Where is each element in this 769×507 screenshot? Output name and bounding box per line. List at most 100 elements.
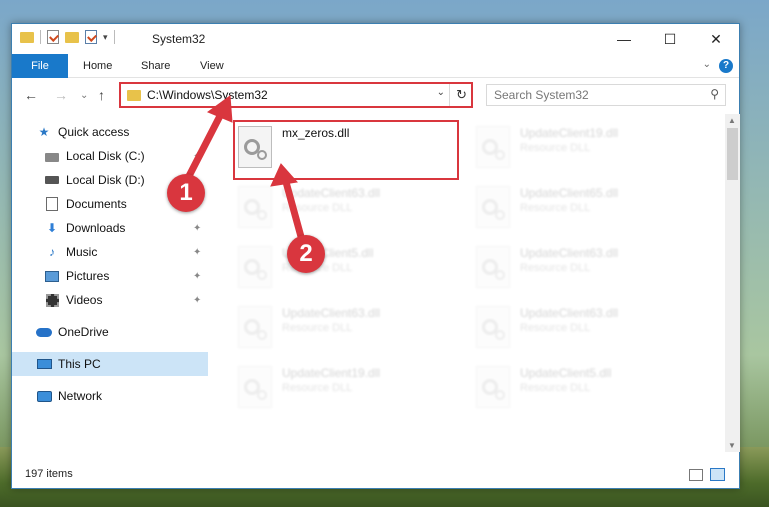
file-name: UpdateClient63.dll [520,306,619,320]
new-folder-icon[interactable] [65,31,79,43]
sidebar-item-this-pc[interactable]: This PC [12,352,208,376]
address-bar[interactable]: C:\Windows\System32 ⌄ ↻ [119,82,473,108]
sidebar-item-label: Downloads [66,221,126,235]
picture-icon [44,268,60,284]
dll-file-icon [476,126,510,168]
sidebar-item-label: OneDrive [58,325,109,339]
navigation-pane: ★ Quick access Local Disk (C:) ✦ Local D… [12,114,208,454]
pin-icon[interactable]: ✦ [193,223,201,234]
up-button[interactable]: ↑ [98,87,105,103]
file-name: UpdateClient65.dll [520,186,619,200]
window-controls: — ☐ ✕ [601,24,739,54]
forward-button[interactable]: → [54,87,68,103]
navigation-bar: ← → ⌄ ↑ C:\Windows\System32 ⌄ ↻ Search S… [12,78,739,112]
scrollbar-thumb[interactable] [727,128,738,180]
folder-icon [20,31,34,43]
pin-icon[interactable]: ✦ [193,247,201,258]
tab-share[interactable]: Share [141,54,170,78]
address-dropdown-icon[interactable]: ⌄ [437,87,445,98]
sidebar-item-network[interactable]: Network [12,384,208,408]
address-path[interactable]: C:\Windows\System32 [147,88,268,102]
sidebar-item-videos[interactable]: Videos ✦ [12,288,208,312]
sidebar-item-downloads[interactable]: ⬇ Downloads ✦ [12,216,208,240]
disk-icon [44,148,60,164]
back-button[interactable]: ← [24,87,38,103]
dll-file-icon [238,246,272,288]
sidebar-item-label: Network [58,389,103,403]
customize-icon[interactable] [85,30,97,44]
sidebar-item-music[interactable]: ♪ Music ✦ [12,240,208,264]
file-name: UpdateClient63.dll [520,246,619,260]
sidebar-item-pictures[interactable]: Pictures ✦ [12,264,208,288]
help-icon[interactable]: ? [719,59,733,73]
file-name: UpdateClient63.dll [282,186,381,200]
item-count: 197 items [25,468,73,480]
cloud-icon [36,324,52,340]
file-item[interactable]: UpdateClient63.dll Resource DLL [234,298,464,356]
title-bar: ▾ System32 — ☐ ✕ [12,24,739,54]
file-type: Resource DLL [282,322,353,334]
sidebar-item-label: Videos [66,293,103,307]
file-item[interactable]: UpdateClient63.dll Resource DLL [234,178,464,236]
dll-file-icon [238,186,272,228]
refresh-icon[interactable]: ↻ [456,87,467,103]
tab-view[interactable]: View [200,54,224,78]
dll-file-icon [476,366,510,408]
search-placeholder: Search System32 [494,88,589,102]
details-view-icon[interactable] [689,469,703,481]
pin-icon[interactable]: ✦ [193,295,201,306]
properties-icon[interactable] [47,30,59,44]
tab-home[interactable]: Home [83,54,112,78]
file-type: Resource DLL [520,322,591,334]
pin-icon[interactable]: ✦ [193,151,201,162]
file-type: Resource DLL [520,262,591,274]
vertical-scrollbar[interactable]: ▲ ▼ [725,114,740,452]
sidebar-item-local-disk-c[interactable]: Local Disk (C:) ✦ [12,144,208,168]
document-icon [44,196,60,212]
dll-file-icon [476,246,510,288]
file-item[interactable]: UpdateClient19.dll Resource DLL [234,358,464,416]
dll-file-icon [476,186,510,228]
file-highlight-box [233,120,459,180]
sidebar-item-quick-access[interactable]: ★ Quick access [12,120,208,144]
sidebar-item-onedrive[interactable]: OneDrive [12,320,208,344]
close-button[interactable]: ✕ [693,24,739,54]
scroll-down-icon[interactable]: ▼ [728,441,736,450]
sidebar-item-label: Music [66,245,98,259]
dll-file-icon [238,306,272,348]
computer-icon [36,356,52,372]
file-item[interactable]: UpdateClient5.dll Resource DLL [234,238,464,296]
scroll-up-icon[interactable]: ▲ [728,116,736,125]
network-icon [36,388,52,404]
file-item[interactable]: UpdateClient5.dll Resource DLL [472,358,702,416]
video-icon [44,292,60,308]
sidebar-item-label: Quick access [58,125,130,139]
address-divider [449,84,450,106]
pin-icon[interactable]: ✦ [193,271,201,282]
download-icon: ⬇ [46,221,58,235]
minimize-button[interactable]: — [601,24,647,54]
large-icons-view-icon[interactable] [710,468,725,481]
file-item[interactable]: UpdateClient19.dll Resource DLL [472,118,702,176]
sidebar-item-label: Pictures [66,269,110,283]
file-item[interactable]: UpdateClient63.dll Resource DLL [472,298,702,356]
step-1-badge: 1 [167,174,205,212]
file-item[interactable]: UpdateClient65.dll Resource DLL [472,178,702,236]
tab-file[interactable]: File [12,54,68,78]
search-icon[interactable]: ⚲ [710,87,719,101]
file-item[interactable]: UpdateClient63.dll Resource DLL [472,238,702,296]
file-type: Resource DLL [282,382,353,394]
file-explorer-window: ▾ System32 — ☐ ✕ File Home Share View ⌄ … [11,23,740,489]
recent-locations-icon[interactable]: ⌄ [80,90,88,101]
window-title: System32 [152,32,206,46]
file-type: Resource DLL [520,382,591,394]
disk-icon [44,172,60,188]
maximize-button[interactable]: ☐ [647,24,693,54]
expand-ribbon-icon[interactable]: ⌄ [703,59,711,70]
toolbar-divider [113,30,115,44]
star-icon: ★ [38,125,50,139]
file-type: Resource DLL [520,142,591,154]
sidebar-item-label: Local Disk (C:) [66,149,145,163]
toolbar-dropdown-icon[interactable]: ▾ [103,32,108,43]
search-input[interactable]: Search System32 ⚲ [486,84,726,106]
